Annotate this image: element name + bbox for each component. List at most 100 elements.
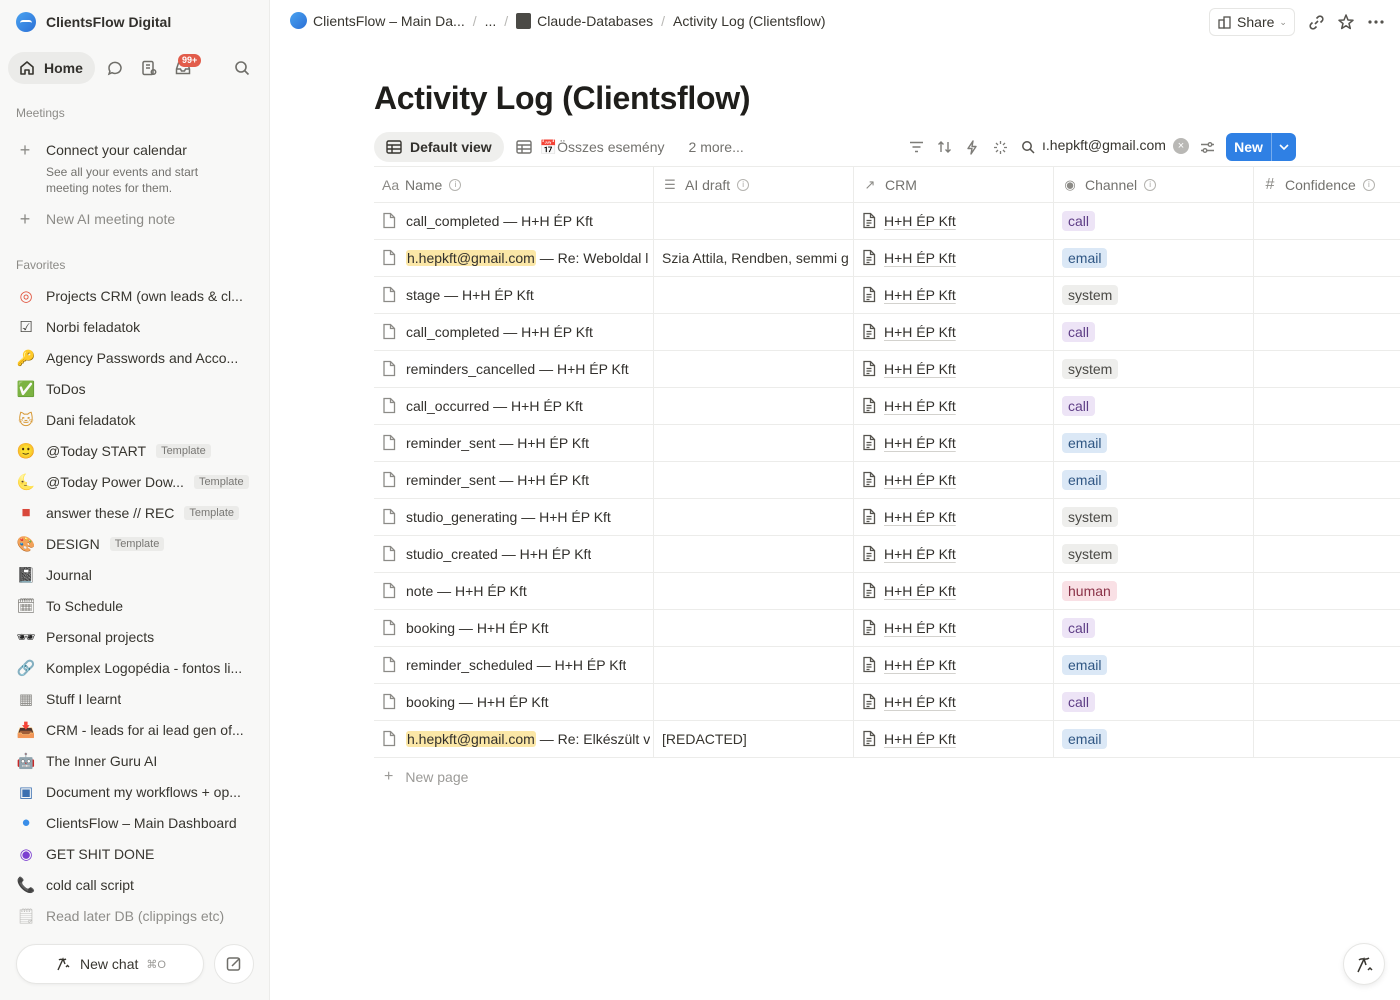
crm-relation-link[interactable]: H+H ÉP Kft xyxy=(862,397,956,415)
breadcrumb-item-ellipsis[interactable]: ... xyxy=(485,13,497,29)
cell-channel[interactable]: email xyxy=(1054,240,1254,276)
cell-channel[interactable]: call xyxy=(1054,314,1254,350)
cell-name[interactable]: booking — H+H ÉP Kft xyxy=(374,610,654,646)
crm-relation-link[interactable]: H+H ÉP Kft xyxy=(862,545,956,563)
cell-ai-draft[interactable] xyxy=(654,314,854,350)
sort-icon[interactable] xyxy=(933,136,955,158)
connect-calendar[interactable]: + Connect your calendar See all your eve… xyxy=(16,140,256,196)
cell-channel[interactable]: system xyxy=(1054,351,1254,387)
favorite-star-icon[interactable] xyxy=(1336,12,1356,32)
search-icon[interactable] xyxy=(232,58,252,78)
breadcrumb-item-databases[interactable]: Claude-Databases xyxy=(516,12,653,29)
cell-confidence[interactable] xyxy=(1254,499,1400,535)
cell-confidence[interactable] xyxy=(1254,573,1400,609)
sidebar-favorite-item[interactable]: 🎨 DESIGN Template xyxy=(16,528,262,559)
cell-crm[interactable]: H+H ÉP Kft xyxy=(854,573,1054,609)
cell-confidence[interactable] xyxy=(1254,684,1400,720)
more-options-icon[interactable] xyxy=(1366,12,1386,32)
cell-confidence[interactable] xyxy=(1254,462,1400,498)
cell-ai-draft[interactable]: [REDACTED] xyxy=(654,721,854,757)
info-icon[interactable]: i xyxy=(449,178,462,191)
sidebar-favorite-item[interactable]: ▣ Document my workflows + op... xyxy=(16,776,262,807)
cell-confidence[interactable] xyxy=(1254,425,1400,461)
cell-crm[interactable]: H+H ÉP Kft xyxy=(854,425,1054,461)
cell-crm[interactable]: H+H ÉP Kft xyxy=(854,203,1054,239)
crm-relation-link[interactable]: H+H ÉP Kft xyxy=(862,508,956,526)
table-row[interactable]: reminder_sent — H+H ÉP Kft H+H ÉP Kft emai… xyxy=(374,462,1400,499)
cell-ai-draft[interactable] xyxy=(654,462,854,498)
cell-crm[interactable]: H+H ÉP Kft xyxy=(854,647,1054,683)
table-row[interactable]: call_completed — H+H ÉP Kft H+H ÉP Kft cal… xyxy=(374,203,1400,240)
column-header-ai-draft[interactable]: ☰ AI draft i xyxy=(654,167,854,202)
meeting-notes-icon[interactable] xyxy=(139,58,159,78)
cell-channel[interactable]: human xyxy=(1054,573,1254,609)
cell-channel[interactable]: email xyxy=(1054,721,1254,757)
crm-relation-link[interactable]: H+H ÉP Kft xyxy=(862,360,956,378)
cell-channel[interactable]: email xyxy=(1054,425,1254,461)
cell-name[interactable]: call_occurred — H+H ÉP Kft xyxy=(374,388,654,424)
cell-name[interactable]: call_completed — H+H ÉP Kft xyxy=(374,203,654,239)
cell-confidence[interactable] xyxy=(1254,277,1400,313)
crm-relation-link[interactable]: H+H ÉP Kft xyxy=(862,730,956,748)
cell-crm[interactable]: H+H ÉP Kft xyxy=(854,536,1054,572)
cell-ai-draft[interactable] xyxy=(654,536,854,572)
crm-relation-link[interactable]: H+H ÉP Kft xyxy=(862,656,956,674)
cell-ai-draft[interactable]: Szia Attila, Rendben, semmi g xyxy=(654,240,854,276)
sidebar-favorite-item[interactable]: ■ answer these // REC Template xyxy=(16,497,262,528)
table-row[interactable]: call_occurred — H+H ÉP Kft H+H ÉP Kft call xyxy=(374,388,1400,425)
crm-relation-link[interactable]: H+H ÉP Kft xyxy=(862,212,956,230)
crm-relation-link[interactable]: H+H ÉP Kft xyxy=(862,323,956,341)
sidebar-favorite-item[interactable]: 🗒 Read later DB (clippings etc) xyxy=(16,900,262,931)
table-row[interactable]: studio_created — H+H ÉP Kft H+H ÉP Kft sys… xyxy=(374,536,1400,573)
column-header-crm[interactable]: ↗ CRM xyxy=(854,167,1054,202)
cell-ai-draft[interactable] xyxy=(654,425,854,461)
sidebar-favorite-item[interactable]: 🐱 Dani feladatok xyxy=(16,404,262,435)
info-icon[interactable]: i xyxy=(1144,178,1157,191)
breadcrumb-item-current[interactable]: Activity Log (Clientsflow) xyxy=(673,13,826,29)
sidebar-favorite-item[interactable]: ◉ GET SHIT DONE xyxy=(16,838,262,869)
sidebar-favorite-item[interactable]: 🤖 The Inner Guru AI xyxy=(16,745,262,776)
tab-osszes-esemeny[interactable]: 📅Összes esemény xyxy=(504,132,677,162)
sidebar-favorite-item[interactable]: 📥 CRM - leads for ai lead gen of... xyxy=(16,714,262,745)
cell-confidence[interactable] xyxy=(1254,721,1400,757)
info-icon[interactable]: i xyxy=(1362,178,1375,191)
table-row[interactable]: reminder_sent — H+H ÉP Kft H+H ÉP Kft emai… xyxy=(374,425,1400,462)
cell-crm[interactable]: H+H ÉP Kft xyxy=(854,684,1054,720)
crm-relation-link[interactable]: H+H ÉP Kft xyxy=(862,471,956,489)
crm-relation-link[interactable]: H+H ÉP Kft xyxy=(862,249,956,267)
cell-crm[interactable]: H+H ÉP Kft xyxy=(854,240,1054,276)
clear-search-icon[interactable]: × xyxy=(1173,138,1189,154)
cell-confidence[interactable] xyxy=(1254,388,1400,424)
cell-name[interactable]: reminder_sent — H+H ÉP Kft xyxy=(374,425,654,461)
breadcrumb-item-dashboard[interactable]: ClientsFlow – Main Da... xyxy=(290,12,465,29)
filter-icon[interactable] xyxy=(905,136,927,158)
cell-crm[interactable]: H+H ÉP Kft xyxy=(854,462,1054,498)
column-header-confidence[interactable]: # Confidence i xyxy=(1254,167,1400,202)
cell-name[interactable]: h.hepkft@gmail.com — Re: Elkészült v xyxy=(374,721,654,757)
database-search-input[interactable] xyxy=(1042,137,1170,153)
cell-crm[interactable]: H+H ÉP Kft xyxy=(854,721,1054,757)
sidebar-favorite-item[interactable]: 🙂 @Today START Template xyxy=(16,435,262,466)
cell-confidence[interactable] xyxy=(1254,536,1400,572)
cell-name[interactable]: studio_created — H+H ÉP Kft xyxy=(374,536,654,572)
cell-channel[interactable]: call xyxy=(1054,684,1254,720)
sidebar-favorite-item[interactable]: ✅ ToDos xyxy=(16,373,262,404)
workspace-switcher[interactable]: ClientsFlow Digital xyxy=(16,10,171,34)
sidebar-favorite-item[interactable]: ◎ Projects CRM (own leads & cl... xyxy=(16,280,262,311)
cell-crm[interactable]: H+H ÉP Kft xyxy=(854,351,1054,387)
cell-crm[interactable]: H+H ÉP Kft xyxy=(854,499,1054,535)
cell-channel[interactable]: email xyxy=(1054,462,1254,498)
cell-name[interactable]: h.hepkft@gmail.com — Re: Weboldal l xyxy=(374,240,654,276)
cell-channel[interactable]: call xyxy=(1054,610,1254,646)
new-record-button[interactable]: New xyxy=(1226,133,1296,161)
share-button[interactable]: Share ⌄ xyxy=(1209,8,1295,36)
tab-default-view[interactable]: Default view xyxy=(374,132,504,162)
sidebar-favorite-item[interactable]: 🕶 Personal projects xyxy=(16,621,262,652)
crm-relation-link[interactable]: H+H ÉP Kft xyxy=(862,693,956,711)
cell-name[interactable]: reminder_scheduled — H+H ÉP Kft xyxy=(374,647,654,683)
table-row[interactable]: call_completed — H+H ÉP Kft H+H ÉP Kft cal… xyxy=(374,314,1400,351)
cell-ai-draft[interactable] xyxy=(654,647,854,683)
info-icon[interactable]: i xyxy=(737,178,750,191)
compose-page-button[interactable] xyxy=(214,944,254,984)
cell-confidence[interactable] xyxy=(1254,240,1400,276)
